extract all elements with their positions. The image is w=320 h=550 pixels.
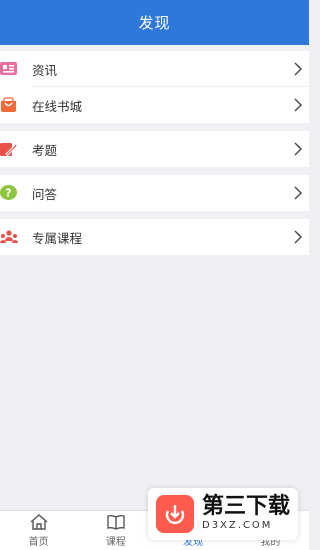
pencil-icon	[0, 143, 18, 157]
menu-item-bookstore[interactable]: 在线书城	[0, 87, 309, 123]
menu-group-4: 专属课程	[0, 219, 309, 255]
book-icon	[107, 514, 125, 530]
watermark-title: 第三下载	[202, 494, 291, 519]
tab-courses[interactable]: 课程	[77, 511, 154, 550]
menu-group-3: ? 问答	[0, 175, 309, 211]
chevron-right-icon	[294, 186, 302, 200]
chevron-right-icon	[294, 98, 302, 112]
menu-item-qa[interactable]: ? 问答	[0, 175, 309, 211]
tab-label: 课程	[105, 537, 126, 548]
menu-item-news[interactable]: 资讯	[0, 51, 309, 87]
menu-group-2: 考题	[0, 131, 309, 167]
group-icon	[0, 230, 18, 243]
page-title: 发现	[138, 14, 171, 32]
menu-item-label: 资讯	[32, 62, 58, 78]
home-icon	[30, 514, 48, 530]
tab-label: 首页	[28, 537, 49, 548]
watermark-subtitle: D3XZ.COM	[202, 520, 273, 531]
chevron-right-icon	[294, 142, 302, 156]
menu-item-label: 专属课程	[32, 230, 83, 246]
menu-item-label: 问答	[32, 186, 58, 202]
menu-item-exam[interactable]: 考题	[0, 131, 309, 167]
menu-item-exclusive-courses[interactable]: 专属课程	[0, 219, 309, 255]
question-icon: ?	[0, 185, 17, 200]
chevron-right-icon	[294, 230, 302, 244]
watermark-badge: 第三下载 D3XZ.COM	[148, 488, 298, 540]
menu-group-1: 资讯 在线书城	[0, 51, 309, 123]
menu-item-label: 考题	[32, 142, 58, 158]
download-logo-icon	[156, 495, 194, 533]
discover-menu: 资讯 在线书城 考题 ? 问答 专属课程	[0, 45, 309, 255]
tab-home[interactable]: 首页	[0, 511, 77, 550]
news-icon	[0, 62, 17, 75]
chevron-right-icon	[294, 62, 302, 76]
svg-text:?: ?	[5, 187, 11, 200]
shopping-bag-icon	[1, 97, 16, 112]
menu-item-label: 在线书城	[32, 98, 83, 114]
app-header: 发现	[0, 0, 309, 45]
